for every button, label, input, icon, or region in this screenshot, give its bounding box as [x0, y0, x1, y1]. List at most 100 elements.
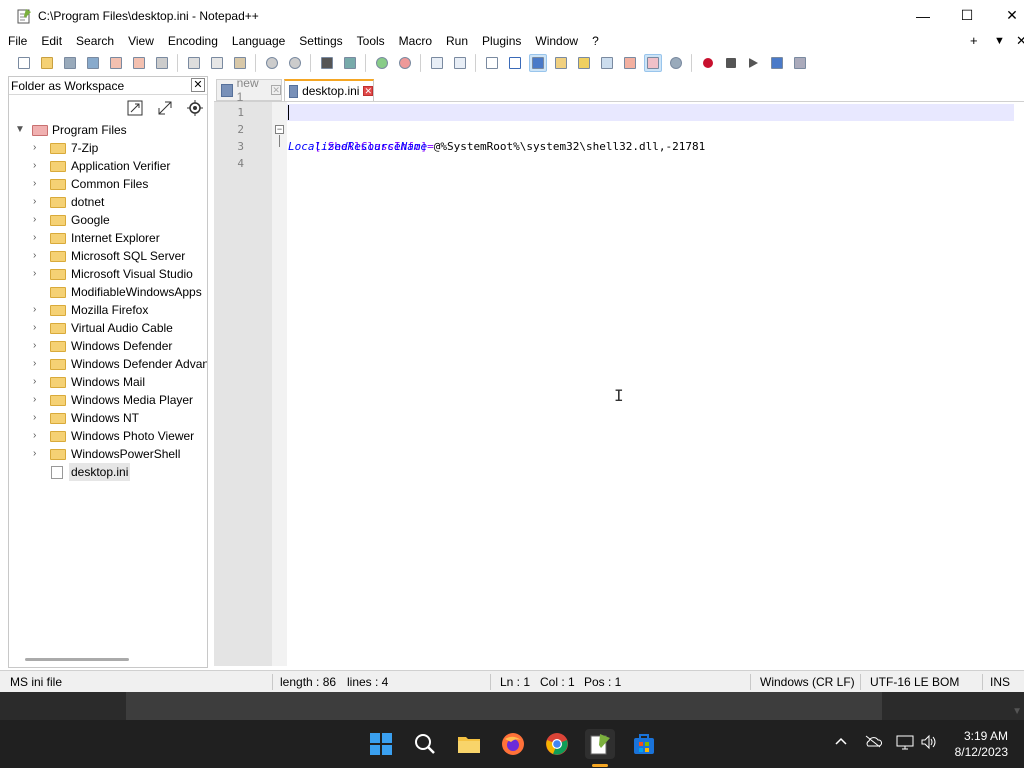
- chevron-right-icon[interactable]: ›: [33, 373, 43, 391]
- tab-desktop-ini[interactable]: desktop.ini ✕: [284, 79, 374, 101]
- menu-macro[interactable]: Macro: [392, 31, 439, 51]
- tree-item-folder[interactable]: › Common Files: [9, 175, 207, 193]
- chevron-down-icon[interactable]: ▼: [15, 121, 25, 139]
- system-clock[interactable]: 3:19 AM 8/12/2023: [955, 728, 1008, 760]
- menu-encoding[interactable]: Encoding: [161, 31, 225, 51]
- panel-close-button[interactable]: ✕: [191, 78, 205, 92]
- close-all-icon[interactable]: [130, 54, 148, 72]
- network-icon[interactable]: [896, 734, 914, 753]
- indent-guide-icon[interactable]: [528, 54, 547, 72]
- show-hidden-icons-chevron-icon[interactable]: [834, 734, 848, 751]
- status-eol[interactable]: Windows (CR LF): [760, 671, 855, 693]
- tree-item-file[interactable]: desktop.ini: [9, 463, 207, 481]
- word-wrap-icon[interactable]: [483, 54, 501, 72]
- start-button[interactable]: [366, 729, 396, 759]
- minimize-button[interactable]: —: [900, 0, 946, 31]
- copy-icon[interactable]: [208, 54, 226, 72]
- tab-close-icon[interactable]: ✕: [271, 85, 281, 95]
- menu-edit[interactable]: Edit: [34, 31, 69, 51]
- tree-item-folder[interactable]: › Microsoft SQL Server: [9, 247, 207, 265]
- chevron-right-icon[interactable]: ›: [33, 211, 43, 229]
- menu-file[interactable]: File: [0, 31, 34, 51]
- tree-item-folder[interactable]: › dotnet: [9, 193, 207, 211]
- chevron-right-icon[interactable]: ›: [33, 301, 43, 319]
- tree-item-folder[interactable]: › Windows Photo Viewer: [9, 427, 207, 445]
- new-file-icon[interactable]: [15, 54, 33, 72]
- tree-item-folder[interactable]: › Windows NT: [9, 409, 207, 427]
- tree-item-folder[interactable]: › Internet Explorer: [9, 229, 207, 247]
- document-list-icon[interactable]: [598, 54, 616, 72]
- tree-item-folder[interactable]: › Virtual Audio Cable: [9, 319, 207, 337]
- menu-search[interactable]: Search: [69, 31, 121, 51]
- chevron-right-icon[interactable]: ›: [33, 409, 43, 427]
- chevron-right-icon[interactable]: ›: [33, 193, 43, 211]
- panel-horizontal-scrollbar[interactable]: [25, 658, 129, 661]
- tab-new-1[interactable]: new 1 ✕: [216, 76, 282, 104]
- chrome-icon[interactable]: [542, 729, 572, 759]
- save-all-icon[interactable]: [84, 54, 102, 72]
- collapse-all-icon[interactable]: [156, 99, 174, 117]
- save-macro-icon[interactable]: [791, 54, 809, 72]
- folder-as-workspace-icon[interactable]: [643, 54, 662, 72]
- record-macro-icon[interactable]: [699, 54, 717, 72]
- chevron-right-icon[interactable]: ›: [33, 229, 43, 247]
- zoom-out-icon[interactable]: [396, 54, 414, 72]
- sync-horizontal-icon[interactable]: [451, 54, 469, 72]
- user-defined-language-icon[interactable]: [552, 54, 570, 72]
- chevron-right-icon[interactable]: ›: [33, 139, 43, 157]
- find-icon[interactable]: [318, 54, 336, 72]
- chevron-right-icon[interactable]: ›: [33, 175, 43, 193]
- chevron-right-icon[interactable]: ›: [33, 319, 43, 337]
- menu-help[interactable]: ?: [585, 31, 606, 51]
- tree-item-root[interactable]: ▼ Program Files: [9, 121, 207, 139]
- tree-item-folder[interactable]: › 7-Zip: [9, 139, 207, 157]
- menu-language[interactable]: Language: [225, 31, 292, 51]
- menu-plugins[interactable]: Plugins: [475, 31, 528, 51]
- open-file-icon[interactable]: [38, 54, 56, 72]
- tree-item-folder[interactable]: › Windows Defender Advan: [9, 355, 207, 373]
- chevron-right-icon[interactable]: ›: [33, 265, 43, 283]
- menu-view[interactable]: View: [121, 31, 161, 51]
- tree-item-folder[interactable]: › Application Verifier: [9, 157, 207, 175]
- menu-settings[interactable]: Settings: [292, 31, 349, 51]
- new-tab-plus-button[interactable]: +: [970, 31, 978, 51]
- chevron-right-icon[interactable]: ›: [33, 247, 43, 265]
- status-insert-mode[interactable]: INS: [990, 671, 1010, 693]
- menu-run[interactable]: Run: [439, 31, 475, 51]
- chevron-right-icon[interactable]: ›: [33, 427, 43, 445]
- document-map-icon[interactable]: [575, 54, 593, 72]
- tree-item-folder[interactable]: › Windows Defender: [9, 337, 207, 355]
- expand-all-icon[interactable]: [126, 99, 144, 117]
- show-all-characters-icon[interactable]: [506, 54, 524, 72]
- onedrive-offline-icon[interactable]: [864, 734, 883, 751]
- print-icon[interactable]: [153, 54, 171, 72]
- monitoring-icon[interactable]: [667, 54, 685, 72]
- chevron-right-icon[interactable]: ›: [33, 445, 43, 463]
- volume-icon[interactable]: [920, 734, 938, 753]
- tab-list-dropdown[interactable]: ▼: [994, 31, 1005, 51]
- run-macro-multiple-icon[interactable]: [768, 54, 786, 72]
- stop-recording-icon[interactable]: [722, 54, 740, 72]
- close-document-button[interactable]: ✕: [1016, 31, 1024, 51]
- editor-vertical-scrollbar[interactable]: [1014, 102, 1024, 666]
- function-list-icon[interactable]: [621, 54, 639, 72]
- fold-collapse-icon[interactable]: −: [275, 125, 284, 134]
- playback-macro-icon[interactable]: [745, 54, 763, 72]
- chevron-right-icon[interactable]: ›: [33, 337, 43, 355]
- undo-icon[interactable]: [263, 54, 281, 72]
- menu-tools[interactable]: Tools: [350, 31, 392, 51]
- tree-item-folder[interactable]: › WindowsPowerShell: [9, 445, 207, 463]
- tree-item-folder[interactable]: › Windows Mail: [9, 373, 207, 391]
- replace-icon[interactable]: [341, 54, 359, 72]
- firefox-icon[interactable]: [498, 729, 528, 759]
- cut-icon[interactable]: [185, 54, 203, 72]
- editor-area[interactable]: 1 2 3 4 − [.ShellClassInfo] LocalizedRes…: [214, 101, 1024, 666]
- close-button[interactable]: ✕: [989, 0, 1024, 31]
- chevron-right-icon[interactable]: ›: [33, 355, 43, 373]
- sync-vertical-icon[interactable]: [428, 54, 446, 72]
- redo-icon[interactable]: [286, 54, 304, 72]
- tree-item-folder[interactable]: › Google: [9, 211, 207, 229]
- chevron-right-icon[interactable]: ›: [33, 391, 43, 409]
- tab-close-icon[interactable]: ✕: [363, 86, 373, 96]
- zoom-in-icon[interactable]: [373, 54, 391, 72]
